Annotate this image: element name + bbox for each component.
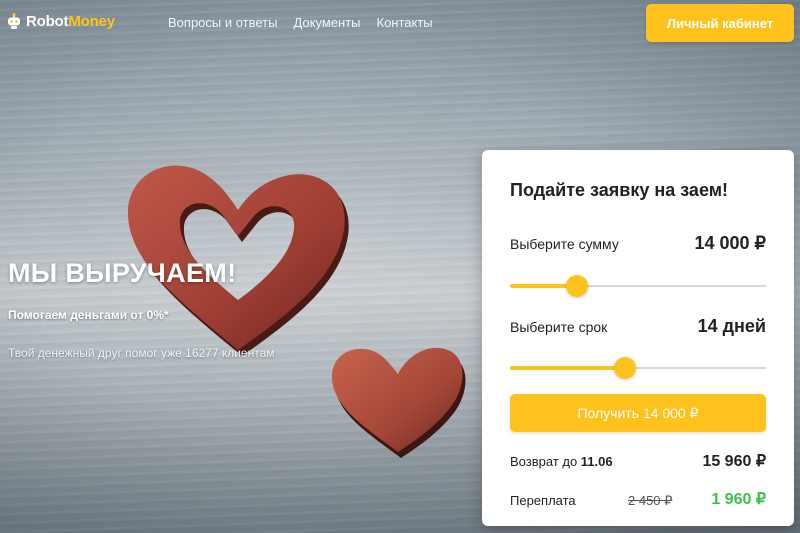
logo-text-money: Money bbox=[68, 12, 115, 30]
amount-value: 14 000 ₽ bbox=[694, 233, 766, 253]
return-amount: 15 960 ₽ bbox=[702, 453, 766, 470]
term-label: Выберите срок bbox=[510, 319, 608, 335]
overpay-label: Переплата bbox=[510, 493, 576, 508]
return-date: 11.06 bbox=[580, 454, 613, 469]
logo[interactable]: RobotMoney bbox=[6, 12, 115, 30]
hero-description: Твой денежный друг помог уже 16277 клиен… bbox=[8, 346, 275, 360]
big-heart-image bbox=[127, 165, 349, 356]
overpay-new-amount: 1 960 ₽ bbox=[711, 491, 766, 508]
main-nav: Вопросы и ответы Документы Контакты bbox=[168, 15, 449, 30]
term-slider-thumb[interactable] bbox=[614, 357, 637, 379]
return-date-label: Возврат до 11.06 bbox=[510, 454, 613, 469]
small-heart-image bbox=[331, 347, 466, 458]
amount-slider[interactable] bbox=[510, 274, 766, 298]
hero-title: МЫ ВЫРУЧАЕМ! bbox=[8, 258, 237, 288]
nav-link-contacts[interactable]: Контакты bbox=[377, 15, 433, 30]
hero-subtitle: Помогаем деньгами от 0%* bbox=[8, 308, 169, 322]
return-label-text: Возврат до bbox=[510, 454, 581, 469]
nav-link-documents[interactable]: Документы bbox=[293, 15, 360, 30]
amount-label: Выберите сумму bbox=[510, 236, 619, 252]
robot-logo-icon bbox=[8, 13, 20, 29]
overpay-old-amount: 2 450 ₽ bbox=[628, 493, 673, 508]
term-slider-fill bbox=[510, 366, 626, 370]
amount-slider-thumb[interactable] bbox=[565, 275, 588, 297]
loan-application-card: Подайте заявку на заем! Выберите сумму 1… bbox=[482, 150, 794, 526]
nav-link-faq[interactable]: Вопросы и ответы bbox=[168, 15, 277, 30]
personal-cabinet-button[interactable]: Личный кабинет bbox=[646, 4, 794, 42]
loan-form-title: Подайте заявку на заем! bbox=[510, 180, 729, 200]
term-slider[interactable] bbox=[510, 356, 766, 380]
site-header: RobotMoney Вопросы и ответы Документы Ко… bbox=[0, 0, 800, 48]
logo-text: RobotMoney bbox=[26, 13, 115, 30]
logo-text-robot: Robot bbox=[26, 12, 69, 30]
term-value: 14 дней bbox=[697, 316, 766, 336]
get-loan-button[interactable]: Получить 14 000 ₽ bbox=[510, 394, 766, 432]
